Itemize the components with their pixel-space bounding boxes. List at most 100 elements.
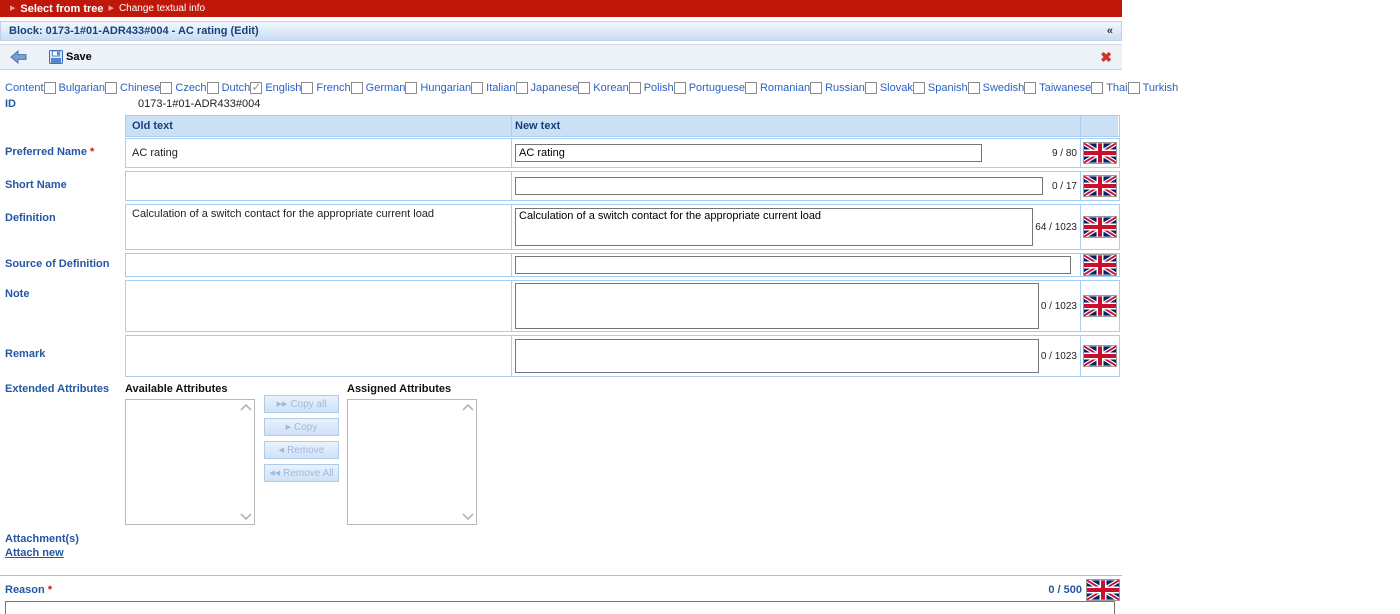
save-button[interactable]: Save: [49, 50, 92, 64]
attach-new-link[interactable]: Attach new: [5, 547, 64, 559]
copy-all-icon: ▶▶: [276, 400, 288, 408]
bulgarian-checkbox[interactable]: [43, 82, 56, 94]
language-option-label: Swedish: [982, 82, 1025, 94]
turkish-checkbox[interactable]: [1127, 82, 1140, 94]
thai-checkbox[interactable]: [1091, 82, 1104, 94]
remove-label: Remove: [287, 444, 325, 456]
remark-textarea[interactable]: [515, 339, 1039, 373]
back-button[interactable]: [10, 50, 27, 64]
korean-checkbox[interactable]: [578, 82, 591, 94]
remove-icon: ◀: [278, 446, 285, 454]
language-option-label: Romanian: [759, 82, 811, 94]
hungarian-checkbox[interactable]: [405, 82, 418, 94]
remove-all-button[interactable]: ◀◀ Remove All: [264, 464, 339, 482]
close-icon[interactable]: ✖: [1100, 49, 1112, 66]
spanish-checkbox[interactable]: [912, 82, 925, 94]
romanian-checkbox[interactable]: [744, 82, 757, 94]
language-option-japanese[interactable]: Japanese: [515, 82, 578, 94]
breadcrumb-arrow-icon: ▶: [10, 5, 16, 12]
change-textual-info-page: ▶ Select from tree ▶ Change textual info…: [0, 0, 1178, 614]
language-option-czech[interactable]: Czech: [160, 82, 207, 94]
language-option-romanian[interactable]: Romanian: [744, 82, 811, 94]
language-option-french[interactable]: French: [301, 82, 351, 94]
uk-flag-icon: [1082, 142, 1117, 164]
copy-all-button[interactable]: ▶▶ Copy all: [264, 395, 339, 413]
collapse-panel-icon[interactable]: «: [1107, 25, 1113, 37]
uk-flag-icon: [1082, 216, 1117, 238]
id-value: 0173-1#01-ADR433#004: [138, 98, 261, 110]
short-name-old-text: [126, 172, 512, 200]
attachments-section: Attachment(s) Attach new: [0, 533, 1122, 559]
note-row: Note 0 / 1023: [0, 280, 1122, 332]
available-attributes-listbox[interactable]: [125, 399, 255, 525]
breadcrumb-item-select-from-tree[interactable]: Select from tree: [20, 3, 103, 15]
language-option-chinese[interactable]: Chinese: [105, 82, 160, 94]
language-option-label: Czech: [175, 82, 207, 94]
language-option-spanish[interactable]: Spanish: [912, 82, 968, 94]
attachments-label: Attachment(s): [5, 533, 79, 545]
required-asterisk: *: [90, 146, 95, 158]
save-button-label: Save: [66, 51, 92, 63]
note-textarea[interactable]: [515, 283, 1039, 329]
content-languages-label: Content: [5, 82, 44, 94]
language-option-russian[interactable]: Russian: [810, 82, 865, 94]
assigned-attributes-listbox[interactable]: [347, 399, 477, 525]
language-option-turkish[interactable]: Turkish: [1127, 82, 1178, 94]
id-label: ID: [5, 98, 16, 110]
language-option-portuguese[interactable]: Portuguese: [673, 82, 745, 94]
italian-checkbox[interactable]: [471, 82, 484, 94]
language-option-taiwanese[interactable]: Taiwanese: [1024, 82, 1091, 94]
source-of-definition-row: Source of Definition: [0, 253, 1122, 277]
scroll-up-icon[interactable]: [461, 404, 474, 411]
table-header-row: Old text New text: [0, 115, 1122, 137]
extended-attributes-section: Extended Attributes Available Attributes…: [0, 381, 1122, 525]
russian-checkbox[interactable]: [810, 82, 823, 94]
language-option-italian[interactable]: Italian: [471, 82, 516, 94]
listbox-scrollbar[interactable]: [238, 401, 253, 523]
short-name-input[interactable]: [515, 177, 1043, 195]
language-option-label: Spanish: [927, 82, 968, 94]
language-option-polish[interactable]: Polish: [628, 82, 674, 94]
polish-checkbox[interactable]: [628, 82, 641, 94]
scroll-down-icon[interactable]: [461, 513, 474, 520]
copy-button[interactable]: ▶ Copy: [264, 418, 339, 436]
listbox-scrollbar[interactable]: [460, 401, 475, 523]
language-option-dutch[interactable]: Dutch: [206, 82, 250, 94]
french-checkbox[interactable]: [301, 82, 314, 94]
language-option-hungarian[interactable]: Hungarian: [405, 82, 471, 94]
language-option-german[interactable]: German: [350, 82, 406, 94]
japanese-checkbox[interactable]: [515, 82, 528, 94]
language-option-korean[interactable]: Korean: [578, 82, 629, 94]
chinese-checkbox[interactable]: [105, 82, 118, 94]
remove-button[interactable]: ◀ Remove: [264, 441, 339, 459]
language-option-label: Hungarian: [420, 82, 472, 94]
language-option-swedish[interactable]: Swedish: [967, 82, 1025, 94]
scroll-up-icon[interactable]: [239, 404, 252, 411]
language-option-thai[interactable]: Thai: [1091, 82, 1128, 94]
reason-textarea[interactable]: [5, 601, 1115, 614]
source-of-definition-input[interactable]: [515, 256, 1071, 274]
german-checkbox[interactable]: [350, 82, 363, 94]
language-option-label: German: [365, 82, 406, 94]
breadcrumb-item-change-textual-info[interactable]: Change textual info: [119, 3, 205, 14]
floppy-disk-icon: [49, 50, 63, 64]
english-checkbox[interactable]: [250, 80, 263, 94]
czech-checkbox[interactable]: [160, 82, 173, 94]
old-text-column-header: Old text: [126, 116, 512, 136]
taiwanese-checkbox[interactable]: [1024, 82, 1037, 94]
language-option-bulgarian[interactable]: Bulgarian: [43, 82, 105, 94]
language-option-label: Slovak: [879, 82, 913, 94]
language-checkbox-row: Content Bulgarian Chinese Czech Dutch Englis…: [0, 80, 1178, 94]
language-option-label: Chinese: [120, 82, 161, 94]
portuguese-checkbox[interactable]: [673, 82, 686, 94]
slovak-checkbox[interactable]: [864, 82, 877, 94]
definition-textarea[interactable]: Calculation of a switch contact for the …: [515, 208, 1034, 246]
language-option-english[interactable]: English: [250, 80, 301, 94]
swedish-checkbox[interactable]: [967, 82, 980, 94]
dutch-checkbox[interactable]: [206, 82, 219, 94]
reason-counter: 0 / 500: [1048, 584, 1082, 596]
short-name-row: Short Name 0 / 17: [0, 171, 1122, 201]
scroll-down-icon[interactable]: [239, 513, 252, 520]
language-option-slovak[interactable]: Slovak: [864, 82, 913, 94]
preferred-name-input[interactable]: [515, 144, 982, 162]
